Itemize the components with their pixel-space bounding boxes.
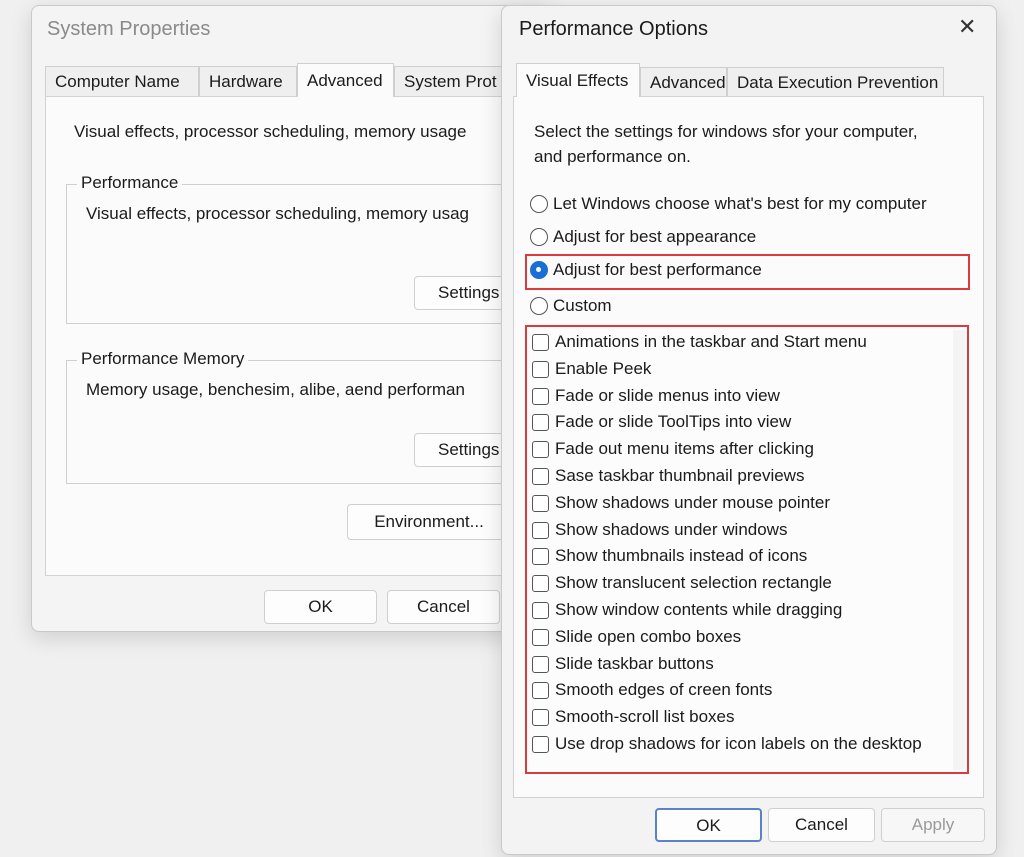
performance-memory-group-label: Performance Memory (77, 349, 249, 369)
system-properties-cancel-button[interactable]: Cancel (387, 590, 500, 624)
environment-variables-button[interactable]: Environment... (347, 504, 511, 540)
visual-effects-description-line2: and performance on. (534, 147, 691, 166)
tab-system-protection[interactable]: System Prot (394, 66, 514, 96)
radio-let-windows-choose[interactable]: Let Windows choose what's best for my co… (530, 191, 927, 217)
performance-options-title: Performance Options (519, 18, 708, 40)
performance-group-label: Performance (77, 173, 183, 193)
radio-label: Adjust for best appearance (553, 227, 757, 246)
performance-ok-button[interactable]: OK (655, 808, 762, 842)
performance-apply-button[interactable]: Apply (881, 808, 985, 842)
visual-effects-description-line1: Select the settings for windows sfor you… (534, 122, 918, 141)
radio-label: Let Windows choose what's best for my co… (553, 194, 927, 213)
performance-cancel-button[interactable]: Cancel (768, 808, 875, 842)
tab-hardware[interactable]: Hardware (199, 66, 297, 96)
memory-settings-button[interactable]: Settings (414, 433, 512, 467)
radio-best-appearance[interactable]: Adjust for best appearance (530, 224, 756, 250)
radio-button[interactable] (530, 195, 548, 213)
performance-settings-button[interactable]: Settings (414, 276, 512, 310)
performance-memory-group-text: Memory usage, benchesim, alibe, aend per… (86, 380, 465, 399)
visual-effects-list-highlight (525, 325, 969, 774)
performance-group-text: Visual effects, processor scheduling, me… (86, 204, 470, 223)
radio-button[interactable] (530, 297, 548, 315)
tab-computer-name[interactable]: Computer Name (45, 66, 199, 96)
tab-data-execution-prevention[interactable]: Data Execution Prevention (727, 67, 944, 97)
radio-custom[interactable]: Custom (530, 293, 612, 319)
tab-perf-advanced[interactable]: Advanced (640, 67, 727, 97)
system-properties-title: System Properties (47, 18, 211, 40)
tab-visual-effects[interactable]: Visual Effects (516, 63, 640, 97)
close-icon[interactable]: ✕ (958, 14, 976, 40)
tab-advanced[interactable]: Advanced (297, 63, 394, 97)
system-properties-ok-button[interactable]: OK (264, 590, 377, 624)
system-properties-intro-text: Visual effects, processor scheduling, me… (74, 122, 467, 141)
radio-label: Custom (553, 296, 612, 315)
best-performance-highlight (525, 254, 970, 290)
radio-button[interactable] (530, 228, 548, 246)
